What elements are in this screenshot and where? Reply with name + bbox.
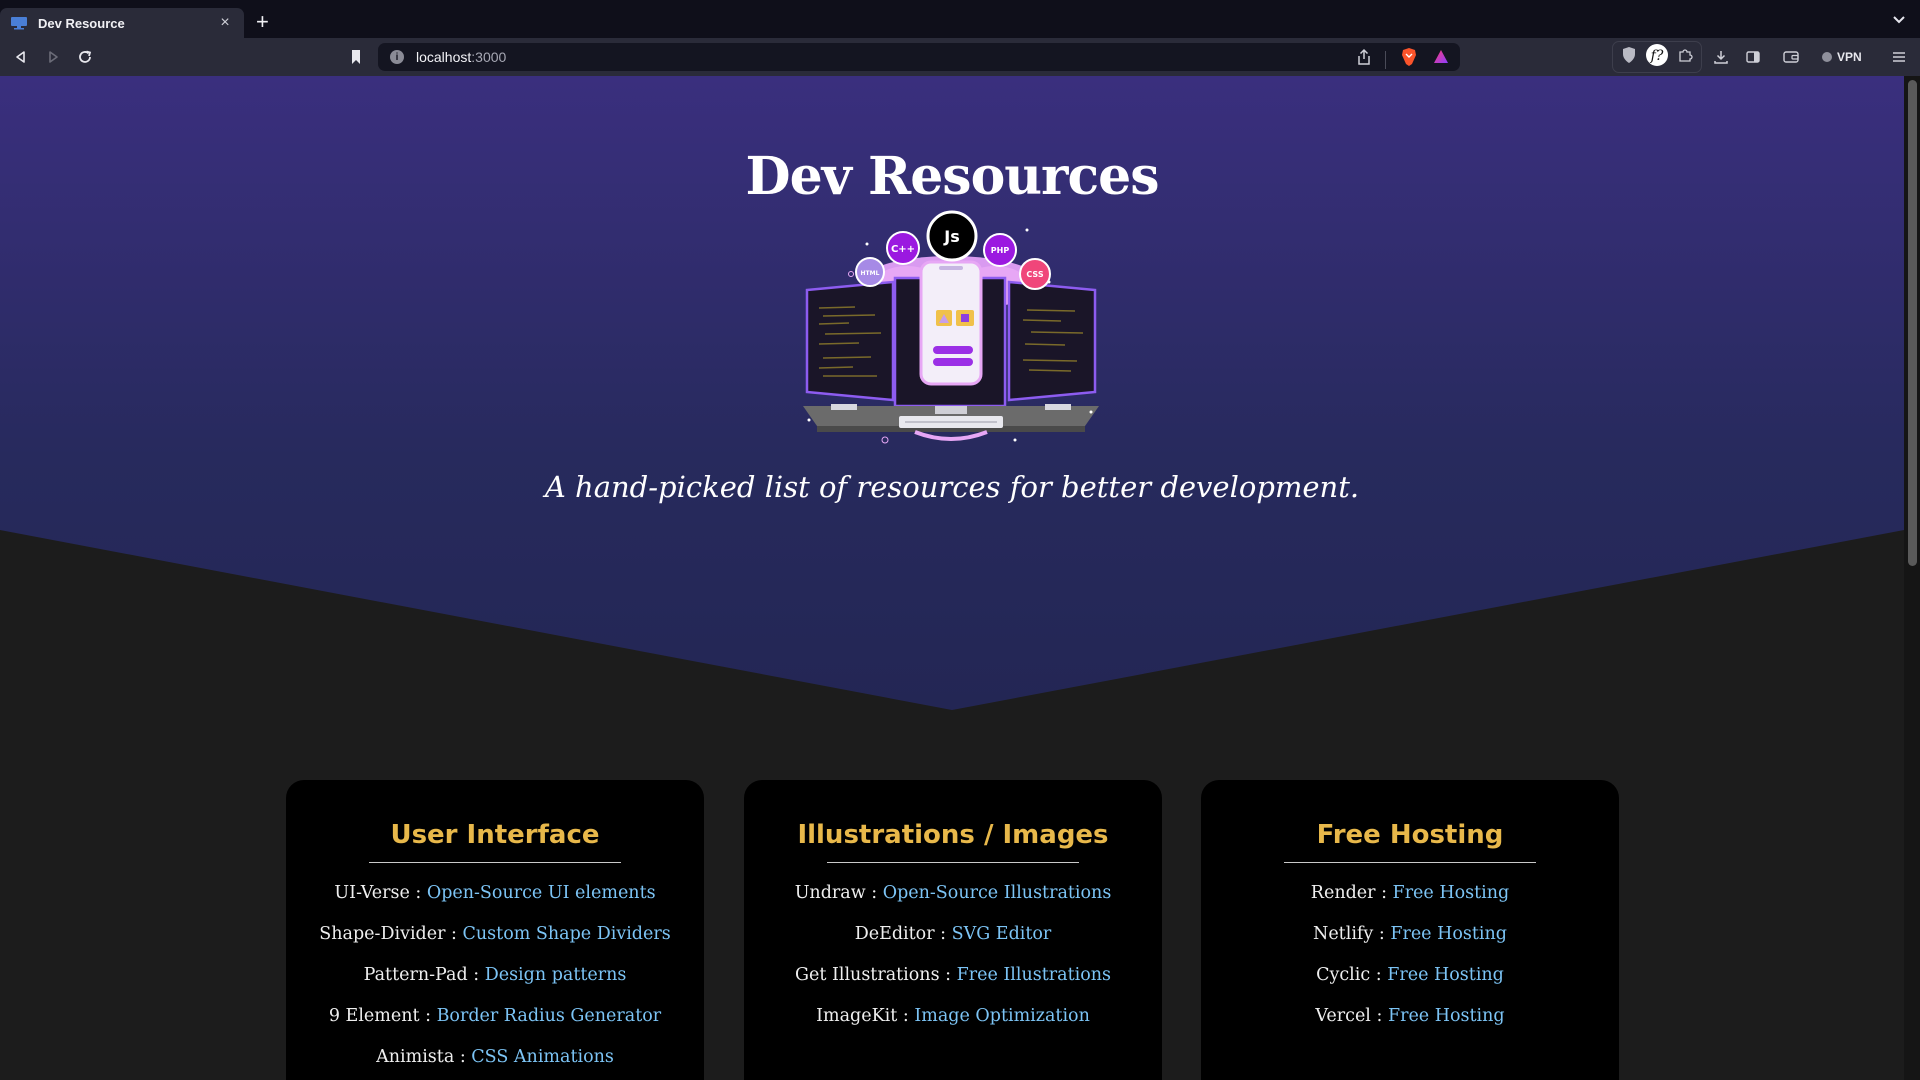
svg-text:Js: Js <box>943 227 959 246</box>
card-user-interface: User Interface UI-Verse : Open-Source UI… <box>286 780 704 1080</box>
svg-text:C++: C++ <box>891 244 915 255</box>
resource-item: 9 Element : Border Radius Generator <box>328 1006 662 1026</box>
address-bar-actions <box>1357 47 1450 72</box>
card-illustrations-images: Illustrations / Images Undraw : Open-Sou… <box>744 780 1162 1080</box>
resource-link[interactable]: Design patterns <box>485 965 627 985</box>
resource-list: Undraw : Open-Source Illustrations DeEdi… <box>744 883 1162 1026</box>
vpn-status-icon <box>1822 52 1832 62</box>
resource-item: Pattern-Pad : Design patterns <box>363 965 627 985</box>
resource-item: Cyclic : Free Hosting <box>1316 965 1504 985</box>
php-bubble: PHP <box>983 233 1017 267</box>
resource-link[interactable]: Free Illustrations <box>957 965 1111 985</box>
resource-item: Shape-Divider : Custom Shape Dividers <box>319 924 671 944</box>
address-text[interactable]: localhost:3000 <box>416 49 506 65</box>
back-icon[interactable] <box>10 46 32 68</box>
page-scrollbar[interactable] <box>1904 76 1920 1080</box>
new-tab-button[interactable]: + <box>256 11 269 33</box>
card-divider <box>1284 862 1536 863</box>
resource-list: UI-Verse : Open-Source UI elements Shape… <box>286 883 704 1067</box>
resource-link[interactable]: Free Hosting <box>1393 883 1510 903</box>
developer-workstation-illustration: C++ Js PHP HTML CSS <box>803 210 1099 444</box>
downloads-icon[interactable] <box>1710 46 1732 68</box>
resource-link[interactable]: Border Radius Generator <box>437 1006 662 1026</box>
site-info-icon[interactable]: i <box>390 50 404 64</box>
resource-link[interactable]: Image Optimization <box>914 1006 1090 1026</box>
card-divider <box>827 862 1079 863</box>
svg-text:f?: f? <box>1650 48 1664 64</box>
js-bubble: Js <box>926 210 978 262</box>
resource-item: UI-Verse : Open-Source UI elements <box>334 883 656 903</box>
svg-text:CSS: CSS <box>1026 270 1043 279</box>
page-subtitle: A hand-picked list of resources for bett… <box>544 470 1360 504</box>
card-free-hosting: Free Hosting Render : Free Hosting Netli… <box>1201 780 1619 1080</box>
sidebar-icon[interactable] <box>1742 46 1764 68</box>
cpp-bubble: C++ <box>886 231 920 265</box>
resource-item: Get Illustrations : Free Illustrations <box>795 965 1111 985</box>
html-bubble: HTML <box>855 257 885 287</box>
svg-text:PHP: PHP <box>991 246 1010 255</box>
svg-text:HTML: HTML <box>861 270 880 277</box>
share-icon[interactable] <box>1357 48 1371 71</box>
font-finder-extension-icon[interactable]: f? <box>1645 43 1669 72</box>
browser-tab[interactable]: Dev Resource × <box>0 8 244 38</box>
bookmark-icon[interactable] <box>345 46 367 68</box>
tab-close-icon[interactable]: × <box>216 14 234 32</box>
resource-link[interactable]: Free Hosting <box>1387 965 1504 985</box>
wallet-icon[interactable] <box>1780 46 1802 68</box>
vpn-button[interactable]: VPN <box>1822 45 1862 69</box>
card-divider <box>369 862 621 863</box>
reload-icon[interactable] <box>74 46 96 68</box>
shield-extension-icon[interactable] <box>1621 46 1637 69</box>
resource-link[interactable]: Open-Source Illustrations <box>883 883 1112 903</box>
resource-item: Render : Free Hosting <box>1310 883 1510 903</box>
resource-link[interactable]: Open-Source UI elements <box>427 883 656 903</box>
scrollbar-thumb[interactable] <box>1908 80 1917 566</box>
extensions-group: f? <box>1612 41 1702 73</box>
puzzle-extensions-icon[interactable] <box>1677 47 1693 68</box>
card-title: Free Hosting <box>1316 820 1504 850</box>
page-viewport: Dev Resources C++ Js PHP HTML CSS A hand… <box>0 76 1920 1080</box>
tab-list-chevron-icon[interactable] <box>1890 12 1908 28</box>
tab-title: Dev Resource <box>38 15 125 31</box>
resource-item: Animista : CSS Animations <box>376 1047 614 1067</box>
resource-item: DeEditor : SVG Editor <box>854 924 1052 944</box>
card-title: Illustrations / Images <box>797 820 1109 850</box>
resource-link[interactable]: Custom Shape Dividers <box>463 924 671 944</box>
brave-rewards-icon[interactable] <box>1432 48 1450 71</box>
css-bubble: CSS <box>1019 258 1051 290</box>
monitor-favicon-icon <box>10 16 28 30</box>
resource-link[interactable]: Free Hosting <box>1390 924 1507 944</box>
resource-link[interactable]: CSS Animations <box>471 1047 614 1067</box>
resource-item: Netlify : Free Hosting <box>1313 924 1507 944</box>
forward-icon[interactable] <box>42 46 64 68</box>
resource-link[interactable]: SVG Editor <box>952 924 1052 944</box>
resource-list: Render : Free Hosting Netlify : Free Hos… <box>1201 883 1619 1026</box>
divider <box>1385 50 1386 69</box>
tab-strip: Dev Resource × + <box>0 0 1920 38</box>
resource-link[interactable]: Free Hosting <box>1388 1006 1505 1026</box>
address-bar[interactable]: i localhost:3000 <box>378 43 1460 71</box>
card-title: User Interface <box>390 820 600 850</box>
resource-item: ImageKit : Image Optimization <box>816 1006 1090 1026</box>
browser-toolbar: i localhost:3000 f? VPN <box>0 38 1920 76</box>
page-title: Dev Resources <box>745 146 1160 207</box>
menu-icon[interactable] <box>1888 46 1910 68</box>
resource-item: Vercel : Free Hosting <box>1315 1006 1505 1026</box>
vpn-label: VPN <box>1837 50 1862 64</box>
brave-shields-icon[interactable] <box>1400 47 1418 72</box>
resource-item: Undraw : Open-Source Illustrations <box>794 883 1112 903</box>
